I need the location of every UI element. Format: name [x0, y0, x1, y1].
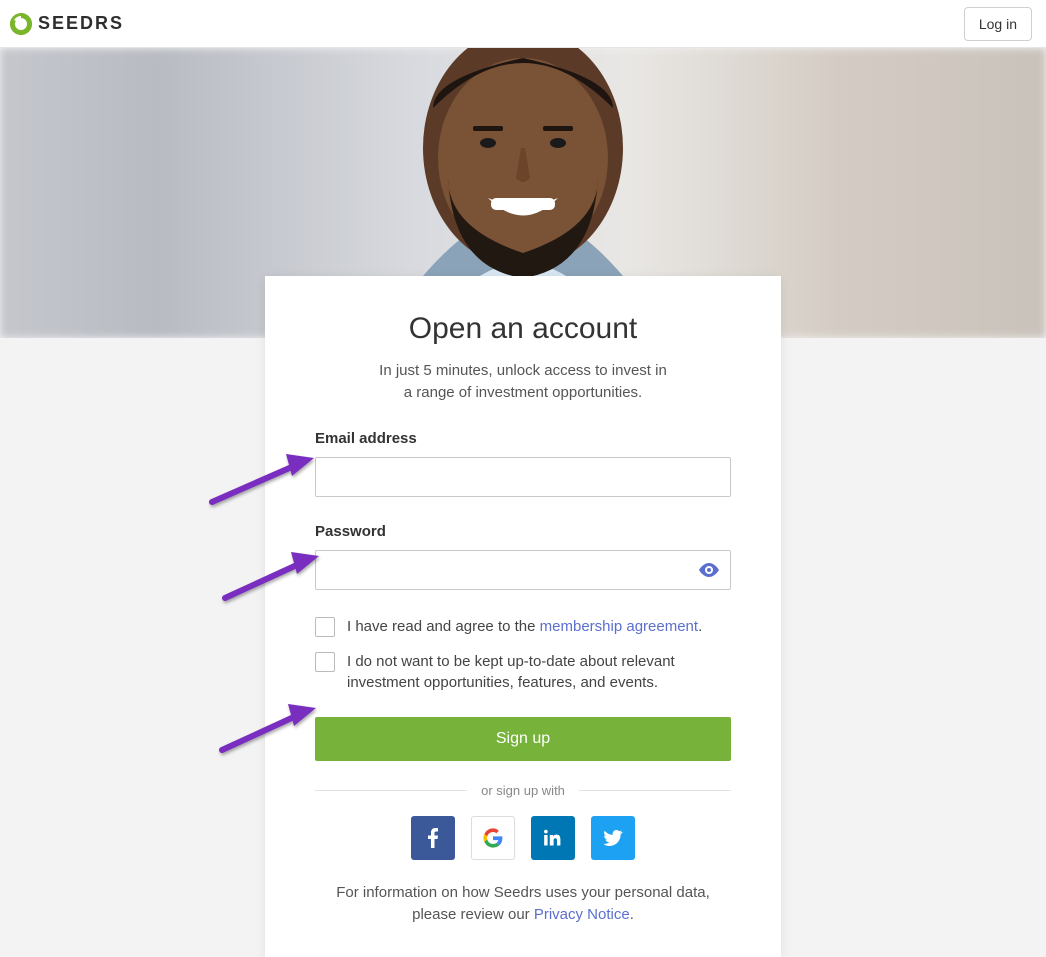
password-field-group: Password [315, 523, 731, 590]
eye-icon [699, 563, 719, 577]
twitter-icon [603, 830, 623, 846]
header: SEEDRS Log in [0, 0, 1046, 48]
privacy-note: For information on how Seedrs uses your … [315, 882, 731, 927]
toggle-password-visibility-button[interactable] [695, 559, 723, 581]
linkedin-signup-button[interactable] [531, 816, 575, 860]
privacy-notice-link[interactable]: Privacy Notice [534, 906, 630, 923]
facebook-icon [428, 828, 438, 848]
optout-checkbox[interactable] [315, 652, 335, 672]
agree-checkbox-row: I have read and agree to the membership … [315, 616, 731, 637]
social-buttons [315, 816, 731, 860]
google-signup-button[interactable] [471, 816, 515, 860]
membership-agreement-link[interactable]: membership agreement [540, 618, 698, 635]
signup-button[interactable]: Sign up [315, 717, 731, 761]
signup-card: Open an account In just 5 minutes, unloc… [265, 276, 781, 957]
social-divider: or sign up with [315, 783, 731, 798]
agree-text: I have read and agree to the membership … [347, 616, 702, 637]
agree-checkbox[interactable] [315, 617, 335, 637]
divider-label: or sign up with [481, 783, 565, 798]
card-title: Open an account [315, 312, 731, 346]
brand-name: SEEDRS [38, 13, 124, 34]
optout-text: I do not want to be kept up-to-date abou… [347, 651, 731, 693]
password-input[interactable] [315, 550, 731, 590]
password-label: Password [315, 523, 731, 540]
twitter-signup-button[interactable] [591, 816, 635, 860]
facebook-signup-button[interactable] [411, 816, 455, 860]
seedrs-logo-icon [10, 13, 32, 35]
google-icon [483, 828, 503, 848]
email-field-group: Email address [315, 430, 731, 497]
brand-logo[interactable]: SEEDRS [10, 13, 124, 35]
optout-checkbox-row: I do not want to be kept up-to-date abou… [315, 651, 731, 693]
email-input[interactable] [315, 457, 731, 497]
card-subtitle: In just 5 minutes, unlock access to inve… [315, 360, 731, 404]
login-button[interactable]: Log in [964, 7, 1032, 41]
email-label: Email address [315, 430, 731, 447]
linkedin-icon [544, 829, 562, 847]
